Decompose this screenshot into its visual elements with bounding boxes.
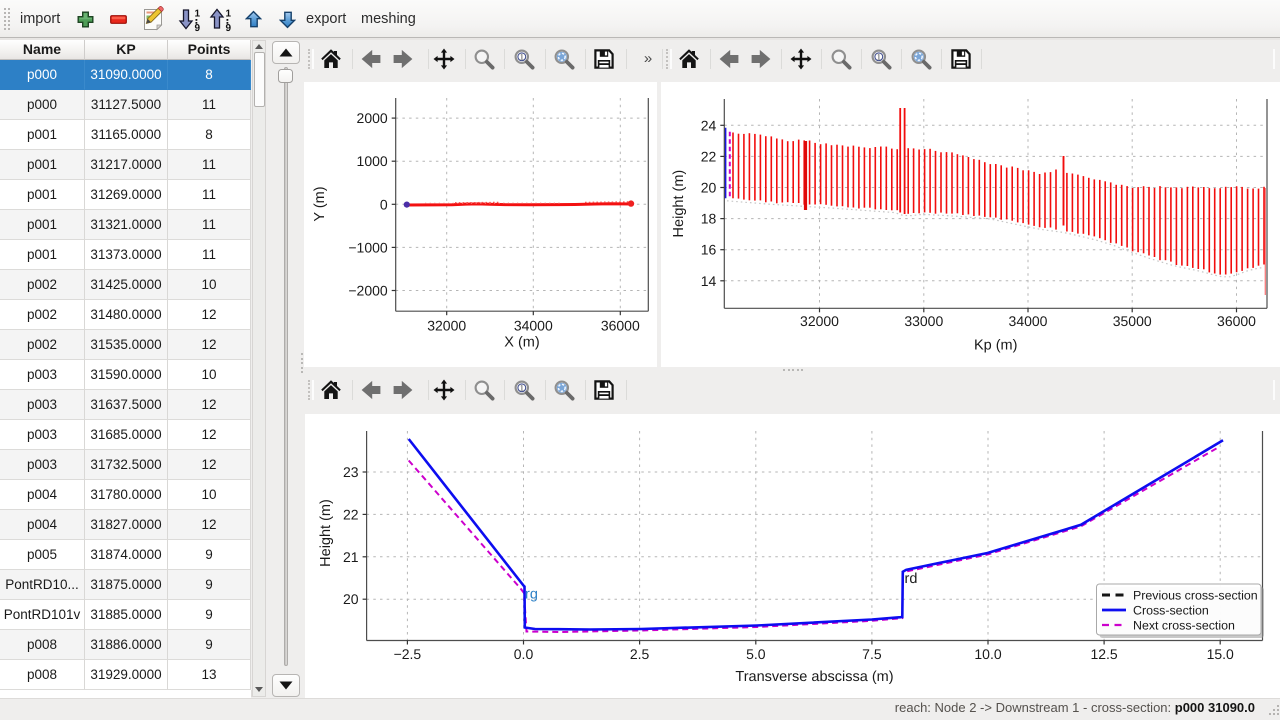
svg-text:1: 1 xyxy=(195,9,201,20)
svg-text:rg: rg xyxy=(525,587,538,603)
svg-text:2000: 2000 xyxy=(357,110,388,126)
svg-text:1000: 1000 xyxy=(357,153,388,169)
svg-text:Height (m): Height (m) xyxy=(671,170,687,238)
svg-text:34000: 34000 xyxy=(514,318,553,334)
svg-text:0: 0 xyxy=(380,196,388,212)
svg-text:36000: 36000 xyxy=(1217,313,1256,329)
svg-text:2.5: 2.5 xyxy=(630,646,650,662)
svg-text:18: 18 xyxy=(701,211,717,227)
svg-text:36000: 36000 xyxy=(601,318,640,334)
svg-text:23: 23 xyxy=(343,464,359,480)
svg-text:−2000: −2000 xyxy=(348,283,388,299)
svg-text:10.0: 10.0 xyxy=(974,646,1001,662)
svg-text:32000: 32000 xyxy=(800,313,839,329)
svg-text:20: 20 xyxy=(343,591,359,607)
svg-text:33000: 33000 xyxy=(904,313,943,329)
svg-text:Previous cross-section: Previous cross-section xyxy=(1133,589,1258,603)
svg-text:24: 24 xyxy=(701,117,717,133)
svg-text:1: 1 xyxy=(226,9,232,20)
svg-text:7.5: 7.5 xyxy=(862,646,882,662)
svg-text:35000: 35000 xyxy=(1113,313,1152,329)
svg-text:Y (m): Y (m) xyxy=(312,186,328,221)
svg-text:14: 14 xyxy=(701,273,717,289)
svg-text:32000: 32000 xyxy=(427,318,466,334)
svg-text:12.5: 12.5 xyxy=(1090,646,1117,662)
svg-text:15.0: 15.0 xyxy=(1207,646,1234,662)
svg-text:22: 22 xyxy=(701,148,717,164)
svg-text:Cross-section: Cross-section xyxy=(1133,604,1209,618)
svg-text:Transverse abscissa (m): Transverse abscissa (m) xyxy=(735,669,893,685)
svg-text:Height (m): Height (m) xyxy=(318,499,334,567)
svg-text:Next cross-section: Next cross-section xyxy=(1133,619,1235,633)
svg-text:34000: 34000 xyxy=(1009,313,1048,329)
svg-text:0.0: 0.0 xyxy=(514,646,534,662)
svg-text:9: 9 xyxy=(195,23,201,32)
svg-text:9: 9 xyxy=(226,23,232,32)
svg-text:−1000: −1000 xyxy=(348,239,388,255)
svg-text:rd: rd xyxy=(905,571,918,587)
svg-text:Kp (m): Kp (m) xyxy=(974,338,1018,354)
svg-text:1: 1 xyxy=(520,384,524,393)
svg-text:−2.5: −2.5 xyxy=(394,646,422,662)
svg-text:X (m): X (m) xyxy=(504,335,539,351)
svg-text:1: 1 xyxy=(877,53,881,62)
svg-text:16: 16 xyxy=(701,242,717,258)
svg-text:1: 1 xyxy=(520,53,524,62)
svg-text:22: 22 xyxy=(343,506,359,522)
svg-text:21: 21 xyxy=(343,549,359,565)
svg-text:5.0: 5.0 xyxy=(746,646,766,662)
svg-text:20: 20 xyxy=(701,180,717,196)
